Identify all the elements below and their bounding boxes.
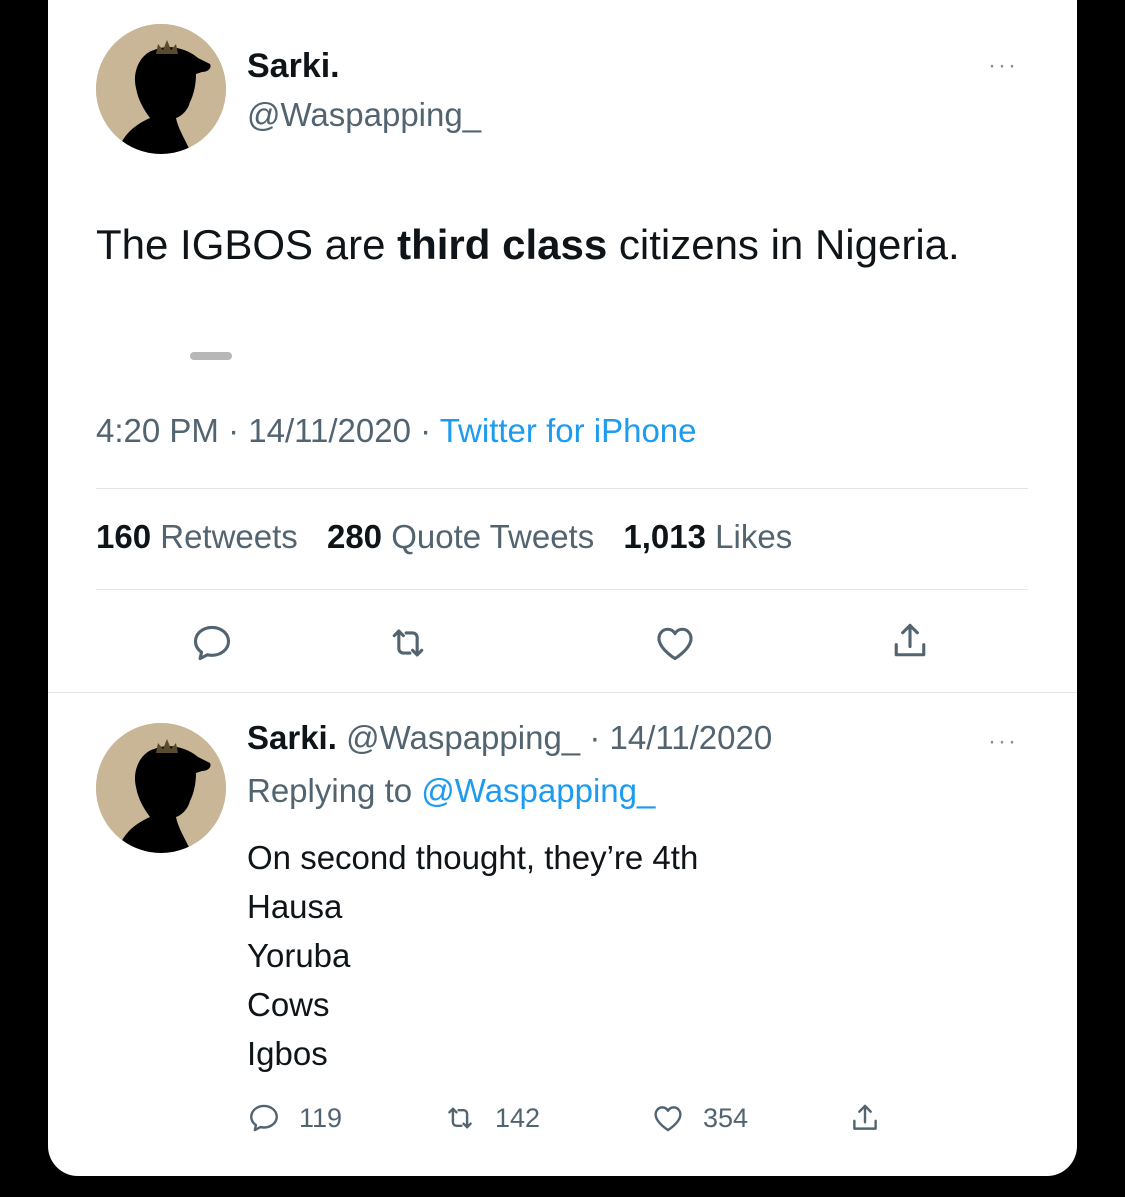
- tweet-text-bold: third class: [397, 221, 608, 268]
- reply-count: 119: [299, 1102, 343, 1133]
- smudge-mark: [190, 352, 232, 360]
- share-action[interactable]: [848, 1100, 882, 1136]
- more-options-icon[interactable]: ···: [988, 52, 1018, 80]
- tweet-date[interactable]: · 14/11/2020: [589, 719, 772, 756]
- user-handle[interactable]: @Waspapping_: [247, 96, 481, 134]
- reply-line: On second thought, they’re 4th: [247, 839, 699, 876]
- like-action[interactable]: 354: [651, 1100, 748, 1136]
- tweet-source-link[interactable]: Twitter for iPhone: [440, 412, 697, 449]
- reply-action[interactable]: 119: [247, 1100, 342, 1136]
- retweet-count: 142: [495, 1102, 541, 1133]
- meta-separator: ·: [420, 412, 432, 449]
- more-options-icon[interactable]: ···: [988, 728, 1018, 756]
- reply-line: Yoruba: [247, 937, 351, 974]
- likes-label: Likes: [715, 518, 793, 555]
- reply-icon[interactable]: [190, 621, 234, 665]
- share-icon: [853, 1104, 877, 1130]
- retweets-stat[interactable]: 160 Retweets: [96, 518, 298, 555]
- reply-line: Igbos: [247, 1035, 328, 1072]
- like-count: 354: [703, 1102, 749, 1133]
- silhouette-avatar-icon: [96, 24, 226, 154]
- display-name[interactable]: Sarki.: [247, 47, 340, 86]
- quotes-label: Quote Tweets: [391, 518, 595, 555]
- retweets-count: 160: [96, 518, 152, 555]
- tweet-text-part: The IGBOS are: [96, 221, 398, 268]
- tweet-card: Sarki. @Waspapping_ ··· The IGBOS are th…: [48, 0, 1077, 1176]
- reply-header: Sarki. @Waspapping_ · 14/11/2020: [247, 719, 772, 757]
- tweet-stats: 160 Retweets 280 Quote Tweets 1,013 Like…: [96, 518, 792, 556]
- retweets-label: Retweets: [160, 518, 298, 555]
- mention-link[interactable]: @Waspapping_: [421, 772, 655, 809]
- tweet-date[interactable]: 14/11/2020: [248, 412, 411, 449]
- user-handle[interactable]: @Waspapping_: [346, 719, 580, 756]
- meta-separator: ·: [228, 412, 240, 449]
- like-icon: [654, 1106, 682, 1132]
- reply-line: Hausa: [247, 888, 343, 925]
- quotes-stat[interactable]: 280 Quote Tweets: [327, 518, 594, 555]
- display-name[interactable]: Sarki.: [247, 719, 337, 756]
- tweet-text-part: citizens in Nigeria.: [607, 221, 960, 268]
- reply-icon: [250, 1104, 278, 1132]
- share-icon[interactable]: [888, 619, 932, 663]
- like-icon[interactable]: [653, 621, 697, 665]
- tweet-text: The IGBOS are third class citizens in Ni…: [96, 213, 1036, 277]
- replying-to: Replying to @Waspapping_: [247, 772, 655, 810]
- tweet-meta: 4:20 PM · 14/11/2020 · Twitter for iPhon…: [96, 412, 697, 450]
- reply-text: On second thought, they’re 4th Hausa Yor…: [247, 833, 698, 1078]
- divider: [96, 589, 1028, 590]
- divider: [96, 488, 1028, 489]
- avatar[interactable]: [96, 723, 226, 853]
- silhouette-avatar-icon: [96, 723, 226, 853]
- retweet-action[interactable]: 142: [443, 1100, 540, 1136]
- quotes-count: 280: [326, 518, 383, 555]
- avatar[interactable]: [96, 24, 226, 154]
- likes-stat[interactable]: 1,013 Likes: [623, 518, 792, 555]
- tweet-time[interactable]: 4:20 PM: [96, 412, 219, 449]
- replying-prefix: Replying to: [247, 772, 413, 809]
- divider: [48, 692, 1077, 693]
- retweet-icon: [448, 1107, 472, 1129]
- reply-line: Cows: [247, 986, 330, 1023]
- likes-count: 1,013: [623, 518, 706, 555]
- retweet-icon[interactable]: [386, 621, 430, 665]
